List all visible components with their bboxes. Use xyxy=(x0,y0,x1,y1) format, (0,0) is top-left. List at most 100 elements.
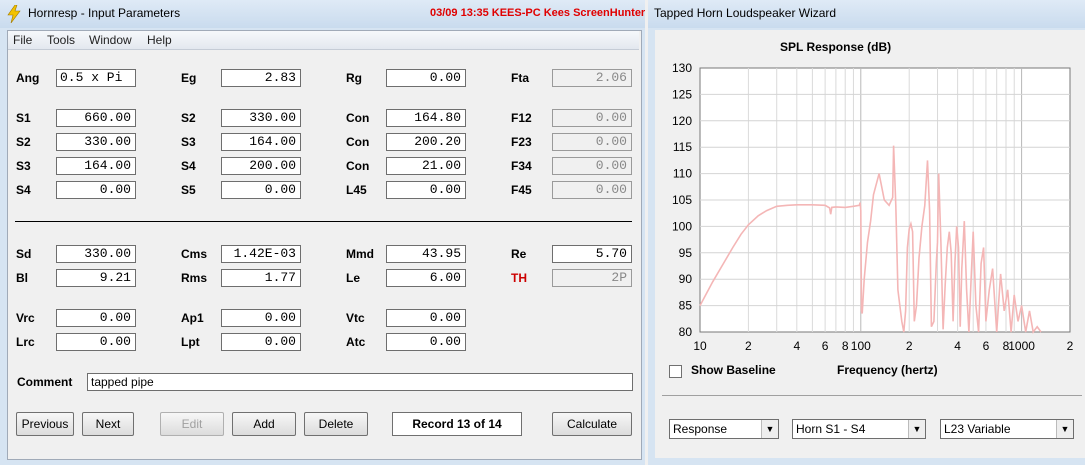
param-label: S4 xyxy=(181,159,196,173)
y-tick-label: 120 xyxy=(672,114,692,128)
param-label: Lpt xyxy=(181,335,200,349)
param-field[interactable]: 330.00 xyxy=(56,245,136,263)
param-label: S4 xyxy=(16,183,31,197)
param-field[interactable]: 164.80 xyxy=(386,109,466,127)
x-tick-label: 6 xyxy=(983,339,990,353)
param-field[interactable]: 0.00 xyxy=(386,181,466,199)
delete-button[interactable]: Delete xyxy=(304,412,368,436)
y-tick-label: 100 xyxy=(672,219,692,233)
param-field[interactable]: 43.95 xyxy=(386,245,466,263)
response-select[interactable]: Response ▼ xyxy=(669,419,779,439)
next-button[interactable]: Next xyxy=(82,412,134,436)
param-field[interactable]: 0.00 xyxy=(552,133,632,151)
horn-select[interactable]: Horn S1 - S4 ▼ xyxy=(792,419,926,439)
comment-label: Comment xyxy=(17,375,73,389)
param-field[interactable]: 0.00 xyxy=(386,309,466,327)
param-field[interactable]: 6.00 xyxy=(386,269,466,287)
param-label: Con xyxy=(346,111,370,125)
menu-file[interactable]: File xyxy=(13,33,32,47)
param-field[interactable]: 0.00 xyxy=(552,157,632,175)
param-label: S5 xyxy=(181,183,196,197)
variable-select[interactable]: L23 Variable ▼ xyxy=(940,419,1074,439)
x-tick-label: 10 xyxy=(693,339,707,353)
param-label: TH xyxy=(511,271,527,285)
param-label: Mmd xyxy=(346,247,374,261)
param-field[interactable]: 21.00 xyxy=(386,157,466,175)
param-field[interactable]: 330.00 xyxy=(56,133,136,151)
param-label: F12 xyxy=(511,111,532,125)
param-label: S3 xyxy=(181,135,196,149)
param-label: Eg xyxy=(181,71,197,85)
comment-input[interactable]: tapped pipe xyxy=(87,373,633,391)
x-tick-label: 2 xyxy=(745,339,752,353)
param-field[interactable]: 0.00 xyxy=(221,309,301,327)
wizard-titlebar[interactable]: Tapped Horn Loudspeaker Wizard xyxy=(648,0,1085,28)
param-field[interactable]: 0.00 xyxy=(56,333,136,351)
param-label: Cms xyxy=(181,247,208,261)
y-tick-label: 110 xyxy=(673,167,692,181)
response-select-value: Response xyxy=(673,422,728,436)
param-field[interactable]: 660.00 xyxy=(56,109,136,127)
chevron-down-icon: ▼ xyxy=(761,420,778,438)
x-tick-label: 6 xyxy=(822,339,829,353)
param-label: Ang xyxy=(16,71,40,85)
param-label: Rg xyxy=(346,71,362,85)
spl-response-chart: 8085909510010511011512012513010 2 4 6 8 100 2 4… xyxy=(672,61,1074,353)
param-field[interactable]: 0.00 xyxy=(221,181,301,199)
param-field[interactable]: 0.00 xyxy=(56,309,136,327)
param-label: L45 xyxy=(346,183,367,197)
param-field[interactable]: 164.00 xyxy=(56,157,136,175)
param-field[interactable]: 0.5 x Pi xyxy=(56,69,136,87)
param-field[interactable]: 0.00 xyxy=(552,181,632,199)
param-label: Re xyxy=(511,247,527,261)
y-tick-label: 95 xyxy=(679,246,693,260)
x-tick-label: 1000 xyxy=(1008,339,1035,353)
param-label: S2 xyxy=(16,135,31,149)
lightning-bolt-icon xyxy=(7,5,21,23)
horn-select-value: Horn S1 - S4 xyxy=(796,422,866,436)
param-field[interactable]: 1.77 xyxy=(221,269,301,287)
edit-button[interactable]: Edit xyxy=(160,412,224,436)
screenhunter-overlay-text: 03/09 13:35 KEES-PC Kees ScreenHunter xyxy=(430,7,646,19)
y-tick-label: 125 xyxy=(672,87,692,101)
param-label: S3 xyxy=(16,159,31,173)
show-baseline-checkbox[interactable] xyxy=(669,365,682,378)
param-field[interactable]: 9.21 xyxy=(56,269,136,287)
menu-bar: File Tools Window Help xyxy=(8,31,639,50)
param-field[interactable]: 0.00 xyxy=(386,69,466,87)
y-tick-label: 105 xyxy=(672,193,692,207)
param-field[interactable]: 0.00 xyxy=(56,181,136,199)
y-tick-label: 115 xyxy=(673,140,692,154)
param-field[interactable]: 2P xyxy=(552,269,632,287)
param-field[interactable]: 200.00 xyxy=(221,157,301,175)
y-tick-label: 130 xyxy=(672,61,692,75)
param-field[interactable]: 2.83 xyxy=(221,69,301,87)
param-field[interactable]: 2.06 xyxy=(552,69,632,87)
param-field[interactable]: 1.42E-03 xyxy=(221,245,301,263)
param-field[interactable]: 330.00 xyxy=(221,109,301,127)
param-label: Bl xyxy=(16,271,28,285)
calculate-button[interactable]: Calculate xyxy=(552,412,632,436)
param-field[interactable]: 0.00 xyxy=(386,333,466,351)
param-field[interactable]: 200.20 xyxy=(386,133,466,151)
menu-window[interactable]: Window xyxy=(89,33,132,47)
add-button[interactable]: Add xyxy=(232,412,296,436)
param-label: Fta xyxy=(511,71,529,85)
menu-tools[interactable]: Tools xyxy=(47,33,75,47)
param-field[interactable]: 0.00 xyxy=(552,109,632,127)
param-label: Con xyxy=(346,135,370,149)
chevron-down-icon: ▼ xyxy=(908,420,925,438)
wizard-title: Tapped Horn Loudspeaker Wizard xyxy=(654,6,837,20)
x-axis-label: Frequency (hertz) xyxy=(837,363,938,377)
y-tick-label: 85 xyxy=(679,299,693,313)
param-label: Vrc xyxy=(16,311,35,325)
menu-help[interactable]: Help xyxy=(147,33,172,47)
param-field[interactable]: 5.70 xyxy=(552,245,632,263)
record-indicator: Record 13 of 14 xyxy=(392,412,522,436)
chart-title: SPL Response (dB) xyxy=(780,40,892,54)
param-field[interactable]: 0.00 xyxy=(221,333,301,351)
param-field[interactable]: 164.00 xyxy=(221,133,301,151)
previous-button[interactable]: Previous xyxy=(16,412,74,436)
param-label: Sd xyxy=(16,247,32,261)
param-label: Rms xyxy=(181,271,208,285)
